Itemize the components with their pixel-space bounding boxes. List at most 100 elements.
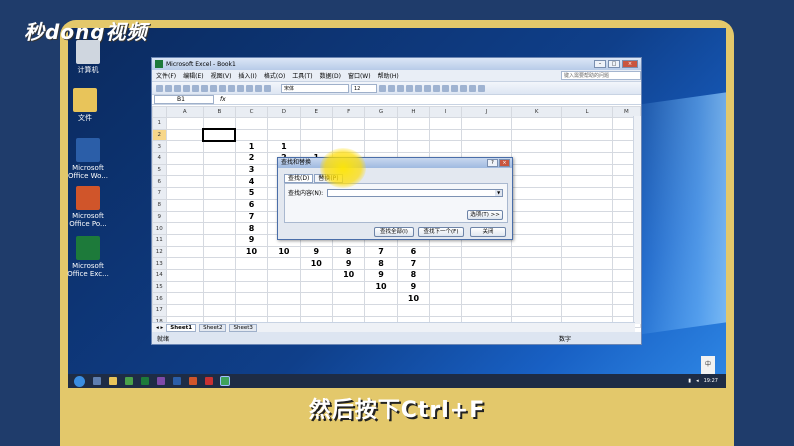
italic-icon[interactable] (388, 84, 395, 92)
cell[interactable] (561, 245, 613, 259)
cell[interactable]: 10 (299, 257, 333, 270)
cell[interactable] (511, 187, 563, 200)
cell[interactable] (511, 152, 563, 165)
open-icon[interactable] (165, 84, 172, 92)
row-header[interactable]: 1 (152, 117, 167, 130)
cell[interactable] (460, 245, 513, 259)
cell[interactable] (460, 128, 513, 142)
cell[interactable] (511, 140, 563, 154)
cell[interactable] (396, 117, 431, 130)
font-size-select[interactable]: 12 (351, 83, 377, 93)
cell[interactable] (165, 280, 204, 294)
volume-icon[interactable]: ◂ (696, 378, 699, 384)
merge-icon[interactable] (433, 84, 440, 92)
cell[interactable] (561, 175, 613, 189)
cell[interactable] (299, 280, 333, 294)
cell[interactable] (267, 304, 301, 317)
cell[interactable] (460, 280, 513, 294)
cell[interactable] (202, 152, 236, 165)
dialog-close-icon[interactable]: × (499, 159, 510, 167)
cell[interactable] (202, 292, 236, 305)
menu-tools[interactable]: 工具(T) (292, 71, 312, 80)
column-header[interactable]: H (396, 106, 431, 118)
fill-color-icon[interactable] (469, 84, 476, 92)
autosum-icon[interactable] (246, 84, 253, 92)
row-header[interactable]: 11 (152, 233, 167, 247)
dialog-close-button[interactable]: 关闭 (470, 227, 506, 237)
cell[interactable]: 8 (364, 257, 398, 270)
row-header[interactable]: 13 (152, 257, 167, 270)
cell[interactable] (267, 117, 301, 130)
cell[interactable] (396, 140, 431, 154)
cell[interactable] (331, 304, 366, 317)
cell[interactable] (202, 257, 236, 270)
cell[interactable] (396, 304, 431, 317)
ie-icon[interactable] (93, 377, 101, 385)
cell[interactable] (561, 198, 613, 212)
cell[interactable] (511, 233, 563, 247)
sort-icon[interactable] (255, 84, 262, 92)
column-header[interactable]: D (267, 106, 301, 118)
row-header[interactable]: 6 (152, 175, 167, 189)
cell[interactable] (511, 257, 563, 270)
bold-icon[interactable] (379, 84, 386, 92)
menu-data[interactable]: 数据(D) (320, 71, 341, 80)
help-icon[interactable] (264, 84, 271, 92)
excel-taskbar-icon[interactable] (141, 377, 149, 385)
cell[interactable] (561, 304, 613, 317)
cell[interactable]: 1 (234, 140, 269, 154)
find-input[interactable]: ▼ (327, 188, 504, 197)
cell[interactable] (299, 268, 333, 282)
cell[interactable] (234, 292, 269, 305)
close-button[interactable]: × (622, 60, 638, 68)
row-header[interactable]: 17 (152, 304, 167, 317)
underline-icon[interactable] (397, 84, 404, 92)
cell[interactable] (299, 128, 333, 142)
column-header[interactable]: A (165, 106, 204, 118)
cell[interactable] (561, 117, 613, 130)
cell[interactable] (511, 163, 563, 177)
cell[interactable] (202, 163, 236, 177)
cell[interactable] (429, 304, 462, 317)
excel-titlebar[interactable]: Microsoft Excel - Book1 – □ × (152, 58, 641, 70)
cell[interactable] (165, 222, 204, 235)
tab-sheet2[interactable]: Sheet2 (199, 323, 227, 332)
cell[interactable] (165, 233, 204, 247)
row-header[interactable]: 3 (152, 140, 167, 154)
cell[interactable] (165, 128, 204, 142)
cell[interactable] (165, 257, 204, 270)
select-all-corner[interactable] (152, 106, 167, 118)
cell[interactable] (511, 128, 563, 142)
cell[interactable]: 7 (364, 245, 398, 259)
cell[interactable] (429, 117, 462, 130)
cell[interactable] (561, 187, 613, 200)
column-header[interactable]: K (511, 106, 563, 118)
cell[interactable] (299, 140, 333, 154)
cell[interactable] (511, 222, 563, 235)
language-indicator[interactable]: 中 (701, 356, 715, 374)
cell[interactable] (396, 128, 431, 142)
cell[interactable] (429, 280, 462, 294)
desktop-icon-word[interactable]: Microsoft Office Wo... (64, 138, 112, 180)
cell[interactable] (165, 210, 204, 224)
cell[interactable] (202, 268, 236, 282)
cell[interactable] (429, 245, 462, 259)
minimize-button[interactable]: – (594, 60, 606, 68)
column-header[interactable]: F (331, 106, 366, 118)
cell[interactable] (511, 304, 563, 317)
row-header[interactable]: 7 (152, 187, 167, 200)
excel-active-taskbar-icon[interactable] (220, 376, 230, 386)
cell[interactable] (561, 163, 613, 177)
cell[interactable] (511, 280, 563, 294)
cell[interactable] (267, 280, 301, 294)
desktop-icon-computer[interactable]: 计算机 (64, 40, 112, 74)
borders-icon[interactable] (460, 84, 467, 92)
cell[interactable] (460, 292, 513, 305)
font-color-icon[interactable] (478, 84, 485, 92)
help-search-input[interactable]: 键入需要帮助的问题 (561, 71, 641, 80)
cell[interactable] (165, 163, 204, 177)
row-header[interactable]: 2 (152, 128, 167, 142)
desktop-icon-excel[interactable]: Microsoft Office Exc... (64, 236, 112, 278)
tab-find[interactable]: 查找(D) (284, 174, 314, 183)
cell[interactable]: 9 (364, 268, 398, 282)
